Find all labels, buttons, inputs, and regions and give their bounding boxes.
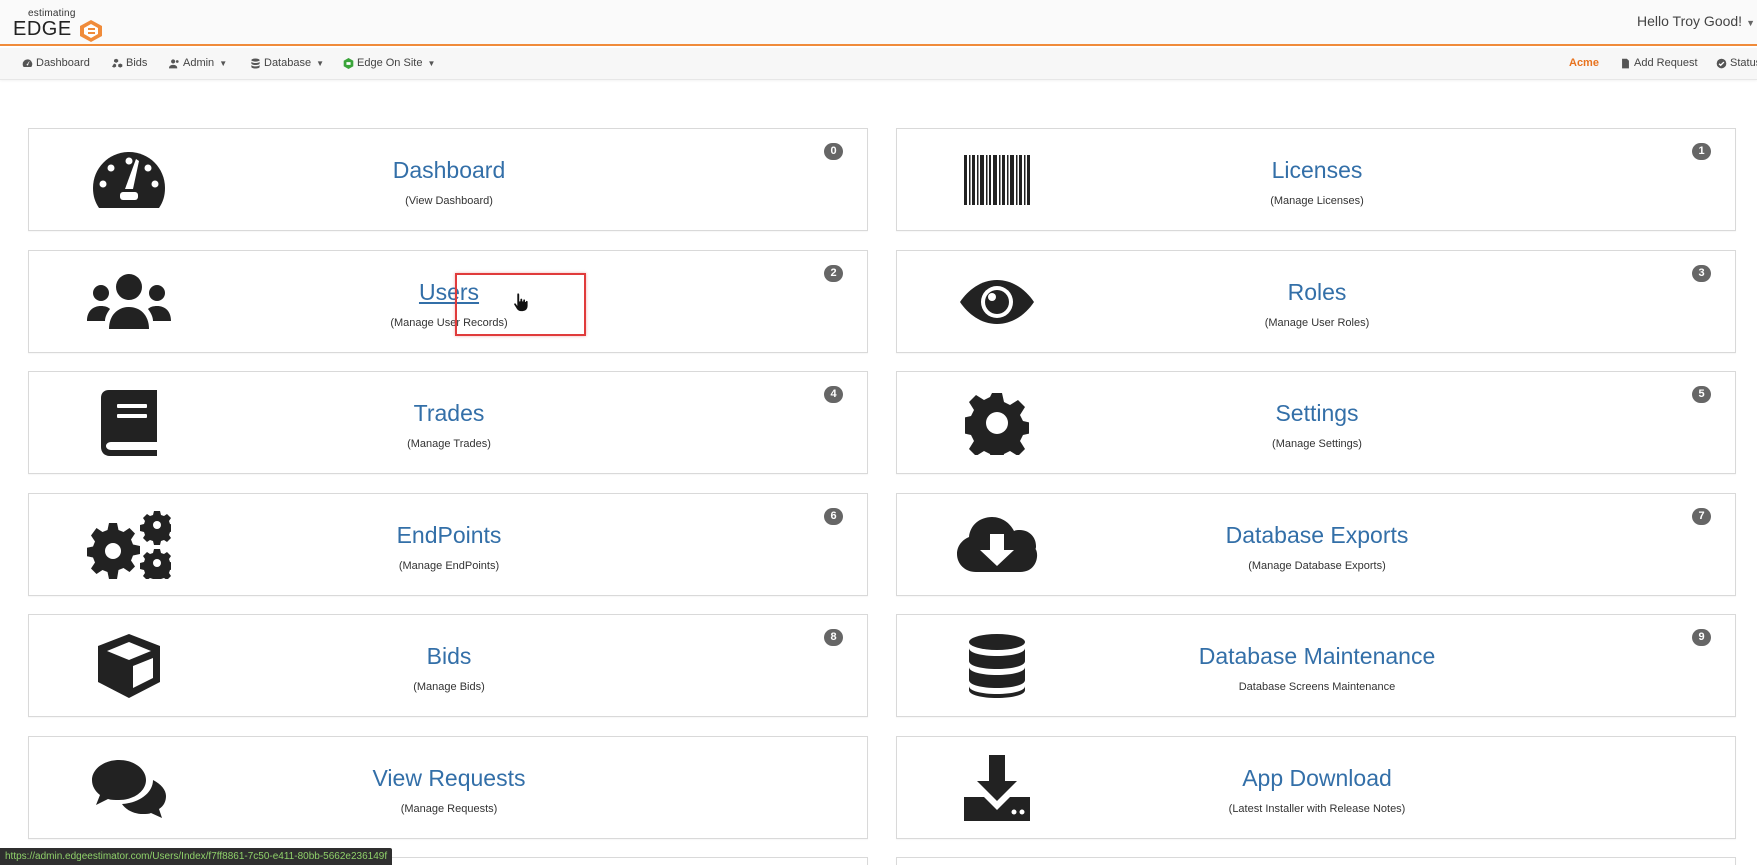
tile-settings[interactable]: Settings (Manage Settings) 5 [896,371,1736,474]
tile-database-maintenance-title[interactable]: Database Maintenance [897,643,1737,670]
check-circle-icon [1716,58,1727,68]
tile-bids[interactable]: Bids (Manage Bids) 8 [28,614,868,717]
tile-database-exports[interactable]: Database Exports (Manage Database Export… [896,493,1736,596]
tile-trades-title[interactable]: Trades [29,400,869,427]
tile-users-badge: 2 [824,265,843,282]
tile-view-requests[interactable]: View Requests (Manage Requests) [28,736,868,839]
nav-company-acme[interactable]: Acme [1569,57,1599,69]
tile-app-download[interactable]: App Download (Latest Installer with Rele… [896,736,1736,839]
nav-admin[interactable]: Admin ▼ [169,57,227,69]
greeting-text: Hello Troy Good! [1637,13,1743,29]
nav-edge-on-site[interactable]: Edge On Site ▼ [343,57,435,69]
user-greeting-menu[interactable]: Hello Troy Good! ▼ [1637,13,1757,29]
main-nav: Dashboard Bids Admin ▼ Database ▼ Edge On … [0,48,1757,80]
tile-dashboard-title[interactable]: Dashboard [29,157,869,184]
tile-endpoints-badge: 6 [824,508,843,525]
tile-endpoints-title[interactable]: EndPoints [29,522,869,549]
tile-users[interactable]: Users (Manage User Records) 2 [28,250,868,353]
tile-endpoints-subtitle: (Manage EndPoints) [398,560,500,572]
nav-database[interactable]: Database ▼ [250,57,324,69]
top-header: estimating EDGE Hello Troy Good! ▼ [0,0,1757,46]
tile-bids-badge: 8 [824,629,843,646]
chevron-down-icon: ▼ [427,58,436,68]
nav-add-request[interactable]: Add Request [1620,57,1698,69]
company-label: Acme [1569,57,1599,69]
nav-dashboard-label: Dashboard [36,57,90,69]
edge-logo-icon [80,20,102,42]
tile-licenses[interactable]: Licenses (Manage Licenses) 1 [896,128,1736,231]
tile-settings-subtitle: (Manage Settings) [1272,438,1362,450]
nav-bids-label: Bids [126,57,148,69]
dashboard-icon [22,58,33,67]
tile-roles[interactable]: Roles (Manage User Roles) 3 [896,250,1736,353]
chevron-down-icon: ▼ [219,58,228,68]
tile-users-title[interactable]: Users [29,279,869,306]
tile-bids-title[interactable]: Bids [29,643,869,670]
tile-settings-title[interactable]: Settings [897,400,1737,427]
tile-database-exports-title[interactable]: Database Exports [897,522,1737,549]
estimating-edge-logo[interactable]: estimating EDGE [13,8,113,42]
tile-partial-right [896,857,1736,865]
tile-licenses-badge: 1 [1692,143,1711,160]
nav-edge-on-site-label: Edge On Site [357,57,423,69]
tile-database-exports-badge: 7 [1692,508,1711,525]
tile-dashboard-badge: 0 [824,143,843,160]
tile-endpoints[interactable]: EndPoints (Manage EndPoints) 6 [28,493,868,596]
nav-add-request-label: Add Request [1634,57,1698,69]
tile-trades-badge: 4 [824,386,843,403]
nav-dashboard[interactable]: Dashboard [22,57,90,69]
user-group-icon [169,58,179,68]
document-icon [1622,58,1629,68]
tile-roles-title[interactable]: Roles [897,279,1737,306]
tile-licenses-title[interactable]: Licenses [897,157,1737,184]
nav-status-label: Status [1730,57,1757,69]
tile-roles-subtitle: (Manage User Roles) [1264,317,1370,329]
tile-view-requests-subtitle: (Manage Requests) [400,803,498,815]
tile-dashboard-subtitle: (View Dashboard) [405,195,493,207]
tile-users-subtitle: (Manage User Records) [390,317,508,329]
tile-database-maintenance-subtitle: Database Screens Maintenance [1238,681,1396,693]
tile-database-maintenance[interactable]: Database Maintenance Database Screens Ma… [896,614,1736,717]
tile-trades-subtitle: (Manage Trades) [407,438,491,450]
tile-settings-badge: 5 [1692,386,1711,403]
tile-view-requests-title[interactable]: View Requests [29,765,869,792]
tile-licenses-subtitle: (Manage Licenses) [1270,195,1364,207]
chevron-down-icon: ▼ [316,58,325,68]
nav-admin-label: Admin [183,57,215,69]
cubes-icon [112,58,123,68]
tile-dashboard[interactable]: Dashboard (View Dashboard) 0 [28,128,868,231]
tile-app-download-subtitle: (Latest Installer with Release Notes) [1228,803,1406,815]
tile-database-maintenance-badge: 9 [1692,629,1711,646]
tile-database-exports-subtitle: (Manage Database Exports) [1248,560,1386,572]
database-icon [251,58,260,68]
nav-status[interactable]: Status [1716,57,1757,69]
tile-roles-badge: 3 [1692,265,1711,282]
tile-trades[interactable]: Trades (Manage Trades) 4 [28,371,868,474]
nav-bids[interactable]: Bids [112,57,147,69]
nav-database-label: Database [264,57,312,69]
logo-big-text: EDGE [13,18,72,40]
tile-app-download-title[interactable]: App Download [897,765,1737,792]
chevron-down-icon: ▼ [1746,18,1755,28]
edge-logo-icon [343,57,354,69]
tile-bids-subtitle: (Manage Bids) [413,681,485,693]
browser-status-url: https://admin.edgeestimator.com/Users/In… [0,848,393,865]
hand-cursor-icon [513,292,529,312]
